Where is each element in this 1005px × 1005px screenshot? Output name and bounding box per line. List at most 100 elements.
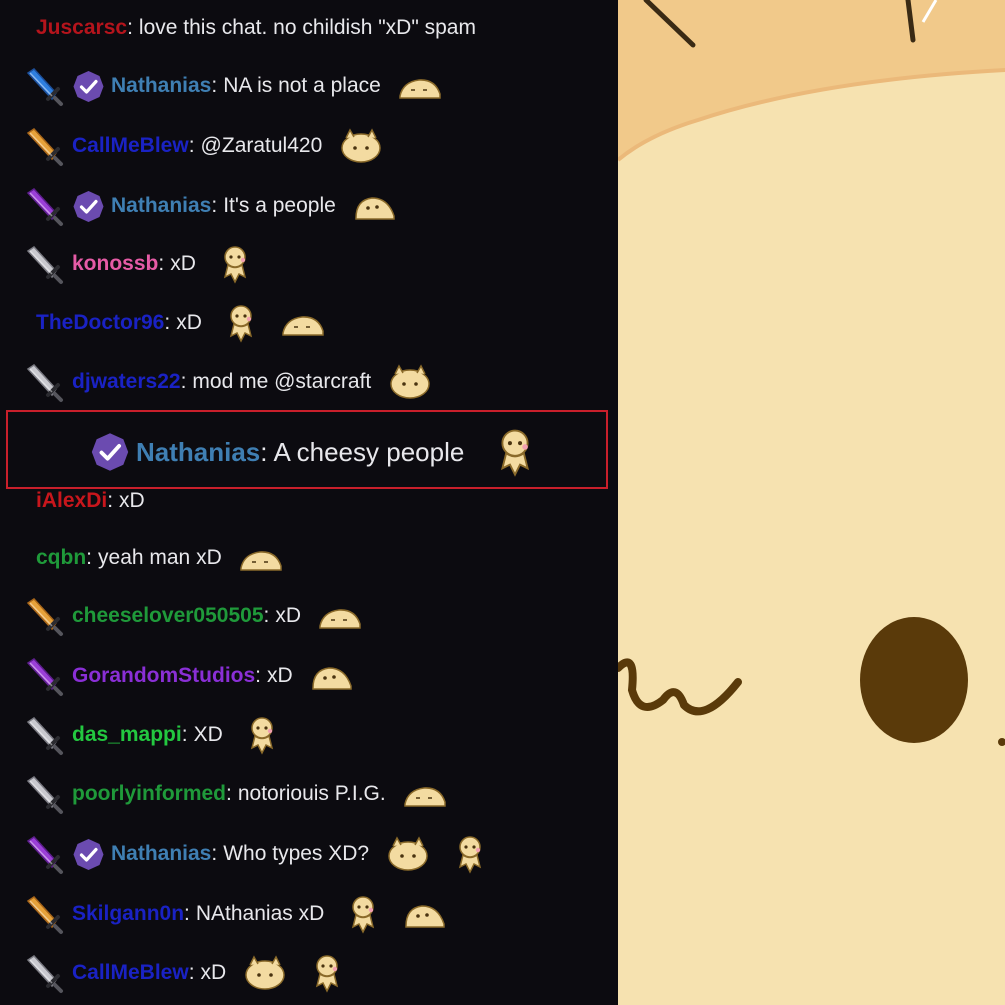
chat-username[interactable]: Nathanias	[111, 842, 211, 866]
chat-message-text: xD	[200, 961, 227, 984]
purple-sword-icon[interactable]	[22, 185, 64, 227]
purple-sword-icon[interactable]	[22, 655, 64, 697]
chat-message[interactable]: das_mappi: XD	[0, 709, 285, 761]
username-separator: :	[211, 842, 218, 865]
purple-sword-icon[interactable]	[22, 833, 64, 875]
cheese-cat-face-emote[interactable]	[385, 834, 431, 874]
chat-message[interactable]: Juscarsc: love this chat. no childish "xD…	[0, 2, 476, 54]
cheese-cat-lying-emote[interactable]	[402, 774, 448, 814]
chat-message[interactable]: Nathanias: NA is not a place	[0, 60, 443, 112]
chat-message[interactable]: Skilgann0n: NAthanias xD	[0, 888, 448, 940]
cheese-cat-dance-emote[interactable]	[304, 953, 350, 993]
chat-username[interactable]: djwaters22	[72, 370, 181, 394]
chat-message[interactable]: poorlyinformed: notoriouis P.I.G.	[0, 768, 448, 820]
username-separator: :	[226, 782, 232, 805]
blue-sword-icon[interactable]	[22, 65, 64, 107]
chat-username[interactable]: konossb	[72, 252, 158, 276]
chat-panel[interactable]: Juscarsc: love this chat. no childish "xD…	[0, 0, 618, 1005]
chat-message-text: XD	[193, 723, 223, 746]
username-separator: :	[107, 489, 114, 512]
username-separator: :	[164, 311, 171, 334]
cheese-cat-face-emote[interactable]	[338, 126, 384, 166]
username-separator: :	[158, 252, 165, 275]
highlighted-message-frame	[6, 410, 608, 489]
username-separator: :	[188, 134, 195, 157]
username-separator: :	[188, 961, 195, 984]
chat-username[interactable]: TheDoctor96	[36, 311, 164, 335]
cheese-cat-dance-emote[interactable]	[239, 715, 285, 755]
cheese-cat-dance-emote[interactable]	[212, 244, 258, 284]
chat-message[interactable]: cheeselover050505: xD	[0, 590, 363, 642]
silver-sword-icon[interactable]	[22, 243, 64, 285]
username-separator: :	[263, 604, 270, 627]
cheese-cat-flop-emote[interactable]	[402, 894, 448, 934]
gold-sword-icon[interactable]	[22, 893, 64, 935]
chat-message[interactable]: GorandomStudios: xD	[0, 650, 355, 702]
username-separator: :	[184, 902, 190, 925]
cheese-cat-artwork	[618, 0, 1005, 1005]
chat-message[interactable]: Nathanias: It's a people	[0, 180, 398, 232]
chat-message-text: yeah man xD	[98, 546, 222, 569]
cheese-cat-dance-emote[interactable]	[218, 303, 264, 343]
cheese-cat-lying-emote[interactable]	[317, 596, 363, 636]
verified-badge-icon[interactable]	[72, 190, 105, 223]
silver-sword-icon[interactable]	[22, 773, 64, 815]
chat-message-text: mod me @starcraft	[192, 370, 372, 393]
verified-badge-icon[interactable]	[72, 838, 105, 871]
verified-badge-icon[interactable]	[72, 70, 105, 103]
chat-message[interactable]: cqbn: yeah man xD	[0, 532, 284, 584]
username-separator: :	[211, 74, 218, 97]
chat-message-text: Who types XD?	[223, 842, 370, 865]
chat-message-text: xD	[119, 489, 145, 512]
chat-message-text: NAthanias xD	[195, 902, 325, 925]
silver-sword-icon[interactable]	[22, 361, 64, 403]
chat-message[interactable]: TheDoctor96: xD	[0, 297, 326, 349]
chat-message-text: xD	[267, 664, 293, 687]
chat-message[interactable]: Nathanias: Who types XD?	[0, 828, 493, 880]
chat-message-text: xD	[176, 311, 202, 334]
username-separator: :	[211, 194, 218, 217]
username-separator: :	[255, 664, 262, 687]
chat-message-text: @Zaratul420	[200, 134, 323, 157]
chat-message-text: notoriouis P.I.G.	[237, 782, 386, 805]
chat-username[interactable]: poorlyinformed	[72, 782, 226, 806]
chat-username[interactable]: das_mappi	[72, 723, 182, 747]
chat-username[interactable]: CallMeBlew	[72, 134, 189, 158]
username-separator: :	[180, 370, 187, 393]
chat-message-text: It's a people	[223, 194, 336, 217]
chat-username[interactable]: Skilgann0n	[72, 902, 184, 926]
chat-message-text: xD	[275, 604, 302, 627]
cheese-cat-lying-emote[interactable]	[397, 66, 443, 106]
chat-username[interactable]: Juscarsc	[36, 16, 127, 40]
chat-username[interactable]: cqbn	[36, 546, 86, 570]
silver-sword-icon[interactable]	[22, 952, 64, 994]
gold-sword-icon[interactable]	[22, 125, 64, 167]
username-separator: :	[181, 723, 188, 746]
cheese-cat-flop-emote[interactable]	[309, 656, 355, 696]
gold-sword-icon[interactable]	[22, 595, 64, 637]
chat-message-text: xD	[170, 252, 196, 275]
chat-username[interactable]: iAlexDi	[36, 489, 107, 513]
cheese-cat-lying-emote[interactable]	[238, 538, 284, 578]
username-separator: :	[127, 16, 133, 39]
chat-username[interactable]: GorandomStudios	[72, 664, 255, 688]
cheese-cat-dance-emote[interactable]	[447, 834, 493, 874]
chat-message-text: NA is not a place	[223, 74, 381, 97]
silver-sword-icon[interactable]	[22, 714, 64, 756]
cheese-cat-face-emote[interactable]	[242, 953, 288, 993]
chat-message[interactable]: CallMeBlew: @Zaratul420	[0, 120, 384, 172]
cheese-cat-lying-emote[interactable]	[280, 303, 326, 343]
cheese-cat-face-emote[interactable]	[387, 362, 433, 402]
chat-message[interactable]: konossb: xD	[0, 238, 258, 290]
chat-message[interactable]: CallMeBlew: xD	[0, 947, 350, 999]
cheese-cat-dance-emote[interactable]	[340, 894, 386, 934]
chat-message[interactable]: djwaters22: mod me @starcraft	[0, 356, 433, 408]
chat-username[interactable]: Nathanias	[111, 74, 211, 98]
stream-video-area[interactable]	[618, 0, 1005, 1005]
username-separator: :	[86, 546, 93, 569]
chat-username[interactable]: CallMeBlew	[72, 961, 189, 985]
cheese-cat-flop-emote[interactable]	[352, 186, 398, 226]
chat-message-text: love this chat. no childish "xD" spam	[138, 16, 476, 39]
chat-username[interactable]: Nathanias	[111, 194, 211, 218]
chat-username[interactable]: cheeselover050505	[72, 604, 264, 628]
